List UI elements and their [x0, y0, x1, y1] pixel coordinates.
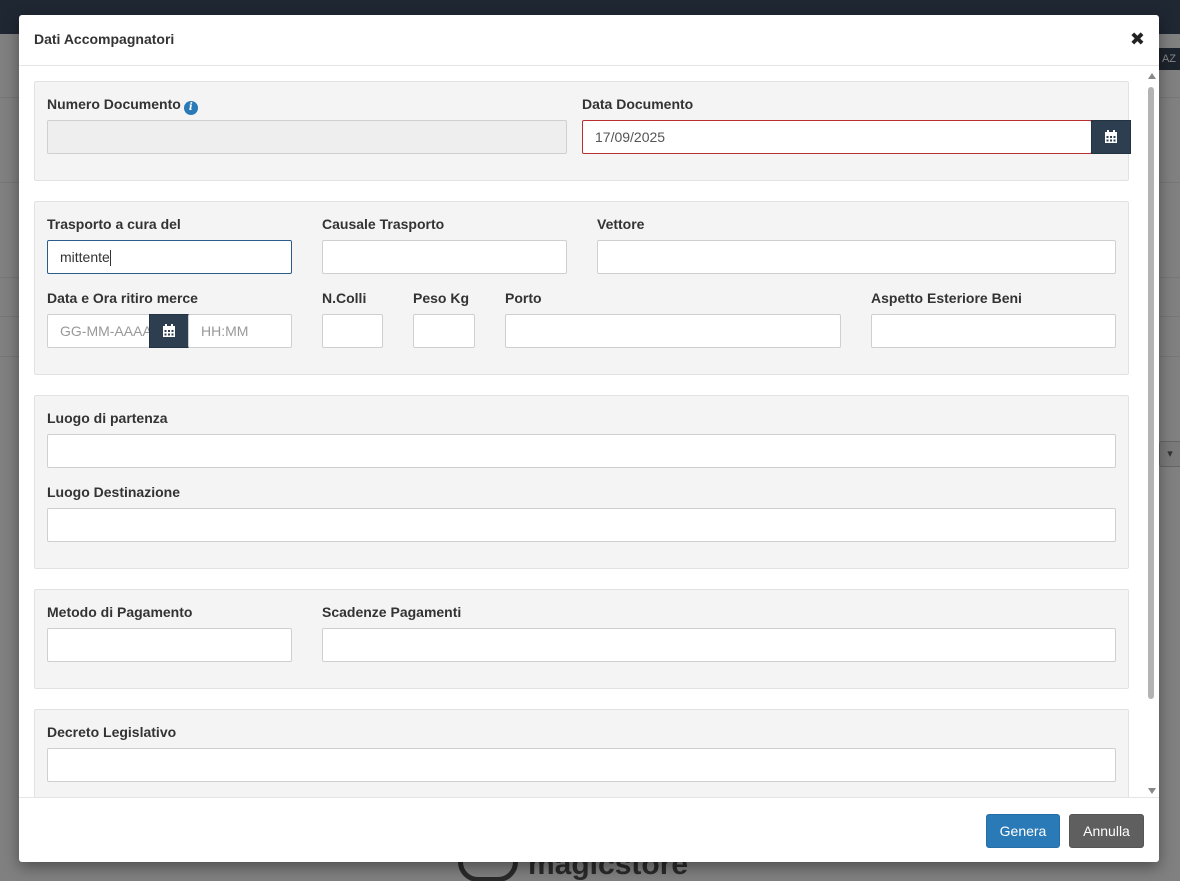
text-caret — [109, 250, 111, 267]
trasporto-cura-label: Trasporto a cura del — [47, 216, 181, 232]
sort-az-button[interactable]: AZ — [1158, 48, 1180, 70]
calendar-icon[interactable] — [1091, 120, 1131, 154]
causale-trasporto-label: Causale Trasporto — [322, 216, 445, 232]
modal-scrollbar[interactable] — [1145, 70, 1157, 797]
colli-input[interactable] — [322, 314, 383, 348]
ritiro-date-input[interactable]: GG-MM-AAAA — [47, 314, 150, 348]
luogo-partenza-label: Luogo di partenza — [47, 410, 168, 426]
peso-label: Peso Kg — [413, 290, 470, 306]
porto-label: Porto — [505, 290, 542, 306]
decreto-legislativo-label: Decreto Legislativo — [47, 724, 177, 740]
scadenze-pagamenti-input[interactable] — [322, 628, 1116, 662]
decreto-legislativo-input[interactable] — [47, 748, 1116, 782]
numero-documento-text: Numero Documento — [47, 96, 181, 112]
numero-documento-label: Numero Documento i — [47, 96, 198, 115]
data-documento-input[interactable]: 17/09/2025 — [582, 120, 1092, 154]
scadenze-pagamenti-label: Scadenze Pagamenti — [322, 604, 462, 620]
data-documento-label: Data Documento — [582, 96, 694, 112]
annulla-button[interactable]: Annulla — [1069, 814, 1144, 848]
porto-input[interactable] — [505, 314, 841, 348]
colli-label: N.Colli — [322, 290, 367, 306]
modal-header: Dati Accompagnatori ✖ — [19, 15, 1159, 66]
aspetto-beni-label: Aspetto Esteriore Beni — [871, 290, 1022, 306]
ritiro-merce-label: Data e Ora ritiro merce — [47, 290, 198, 306]
close-icon[interactable]: ✖ — [1130, 29, 1145, 49]
transport-panel: Trasporto a cura del mittente Causale Tr… — [34, 201, 1129, 375]
scrollbar-thumb[interactable] — [1148, 87, 1154, 699]
luogo-destinazione-input[interactable] — [47, 508, 1116, 542]
document-panel: Numero Documento i Data Documento 17/09/2… — [34, 81, 1131, 181]
accompanying-data-modal: Dati Accompagnatori ✖ Numero Documento i … — [19, 15, 1159, 862]
decree-panel: Decreto Legislativo — [34, 709, 1129, 797]
genera-button[interactable]: Genera — [986, 814, 1060, 848]
ritiro-time-input[interactable]: HH:MM — [188, 314, 292, 348]
causale-trasporto-input[interactable] — [322, 240, 567, 274]
payment-panel: Metodo di Pagamento Scadenze Pagamenti — [34, 589, 1129, 689]
background-select[interactable]: ▾ — [1159, 441, 1180, 467]
vettore-input[interactable] — [597, 240, 1116, 274]
aspetto-beni-input[interactable] — [871, 314, 1116, 348]
scroll-up-arrow-icon[interactable] — [1148, 73, 1156, 79]
trasporto-cura-value: mittente — [60, 249, 110, 265]
ritiro-time-placeholder: HH:MM — [201, 323, 249, 339]
numero-documento-input[interactable] — [47, 120, 567, 154]
modal-body: Numero Documento i Data Documento 17/09/2… — [19, 66, 1159, 797]
trasporto-cura-input[interactable]: mittente — [47, 240, 292, 274]
ritiro-date-placeholder: GG-MM-AAAA — [60, 323, 150, 339]
modal-footer: Genera Annulla — [19, 797, 1159, 862]
metodo-pagamento-label: Metodo di Pagamento — [47, 604, 193, 620]
info-icon[interactable]: i — [183, 101, 198, 115]
luogo-partenza-input[interactable] — [47, 434, 1116, 468]
luogo-destinazione-label: Luogo Destinazione — [47, 484, 180, 500]
peso-input[interactable] — [413, 314, 475, 348]
scroll-down-arrow-icon[interactable] — [1148, 788, 1156, 794]
calendar-icon[interactable] — [149, 314, 189, 348]
modal-title: Dati Accompagnatori — [34, 31, 175, 47]
vettore-label: Vettore — [597, 216, 645, 232]
places-panel: Luogo di partenza Luogo Destinazione — [34, 395, 1129, 569]
metodo-pagamento-input[interactable] — [47, 628, 292, 662]
